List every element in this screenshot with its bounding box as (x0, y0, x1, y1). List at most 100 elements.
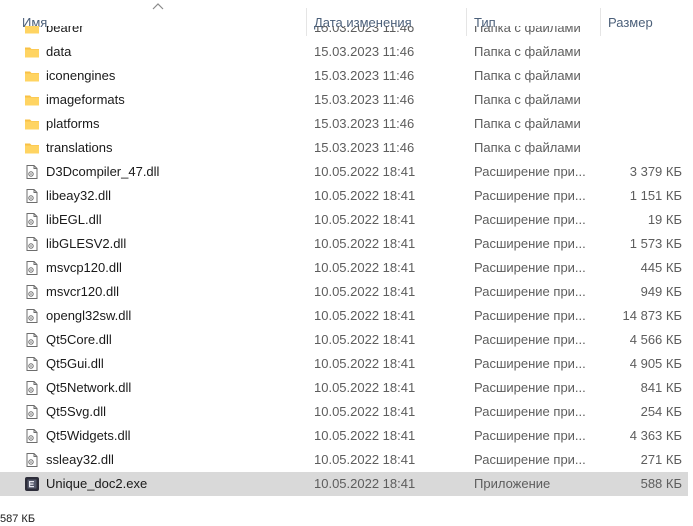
file-date-modified: 10.05.2022 18:41 (314, 284, 416, 299)
folder-icon (24, 44, 40, 60)
list-item[interactable]: Qt5Gui.dll 10.05.2022 18:41 Расширение п… (0, 352, 688, 376)
file-date-modified: 10.05.2022 18:41 (314, 380, 416, 395)
list-item[interactable]: libGLESV2.dll 10.05.2022 18:41 Расширени… (0, 232, 688, 256)
file-type: Приложение (474, 476, 551, 491)
list-item[interactable]: translations 15.03.2023 11:46 Папка с фа… (0, 136, 688, 160)
folder-icon (24, 26, 40, 36)
file-size (600, 136, 682, 160)
dll-file-icon (24, 284, 40, 300)
file-date-modified: 10.05.2022 18:41 (314, 332, 416, 347)
list-item[interactable]: opengl32sw.dll 10.05.2022 18:41 Расширен… (0, 304, 688, 328)
file-type: Расширение при... (474, 284, 586, 299)
file-name: D3Dcompiler_47.dll (46, 164, 160, 179)
file-size (600, 88, 682, 112)
file-size: 19 КБ (647, 212, 682, 227)
list-item[interactable]: msvcr120.dll 10.05.2022 18:41 Расширение… (0, 280, 688, 304)
file-size: 949 КБ (640, 284, 682, 299)
file-name: opengl32sw.dll (46, 308, 132, 323)
file-type: Расширение при... (474, 188, 586, 203)
list-item[interactable]: Qt5Network.dll 10.05.2022 18:41 Расширен… (0, 376, 688, 400)
list-item[interactable]: ssleay32.dll 10.05.2022 18:41 Расширение… (0, 448, 688, 472)
file-type: Расширение при... (474, 164, 586, 179)
list-item[interactable]: libeay32.dll 10.05.2022 18:41 Расширение… (0, 184, 688, 208)
file-size (600, 112, 682, 136)
file-name: msvcp120.dll (46, 260, 122, 275)
file-size: 445 КБ (640, 260, 682, 275)
dll-file-icon (24, 308, 40, 324)
file-type: Папка с файлами (474, 92, 581, 107)
file-name: platforms (46, 116, 100, 131)
file-size: 4 566 КБ (629, 332, 682, 347)
file-date-modified: 10.05.2022 18:41 (314, 356, 416, 371)
dll-file-icon (24, 188, 40, 204)
file-date-modified: 10.05.2022 18:41 (314, 188, 416, 203)
file-date-modified: 10.05.2022 18:41 (314, 212, 416, 227)
list-item[interactable]: imageformats 15.03.2023 11:46 Папка с фа… (0, 88, 688, 112)
status-bar-text: 587 КБ (0, 513, 36, 525)
file-date-modified: 10.05.2022 18:41 (314, 308, 416, 323)
dll-file-icon (24, 212, 40, 228)
file-name: Qt5Gui.dll (46, 356, 104, 371)
file-date-modified: 15.03.2023 11:46 (314, 68, 415, 83)
list-item[interactable]: Qt5Widgets.dll 10.05.2022 18:41 Расширен… (0, 424, 688, 448)
file-name: bearer (46, 26, 84, 35)
file-type: Расширение при... (474, 404, 586, 419)
file-name: Qt5Svg.dll (46, 404, 106, 419)
file-name: msvcr120.dll (46, 284, 119, 299)
file-type: Папка с файлами (474, 44, 581, 59)
file-name: ssleay32.dll (46, 452, 114, 467)
file-size (600, 64, 682, 88)
file-type: Расширение при... (474, 212, 586, 227)
file-name: Qt5Widgets.dll (46, 428, 131, 443)
file-size (600, 40, 682, 64)
list-item-selected[interactable]: Unique_doc2.exe 10.05.2022 18:41 Приложе… (0, 472, 688, 496)
file-size: 14 873 КБ (622, 308, 682, 323)
list-item[interactable]: msvcp120.dll 10.05.2022 18:41 Расширение… (0, 256, 688, 280)
file-type: Расширение при... (474, 380, 586, 395)
file-type: Расширение при... (474, 236, 586, 251)
file-size: 1 573 КБ (629, 236, 682, 251)
file-name: translations (46, 140, 113, 155)
file-date-modified: 15.03.2023 11:46 (314, 140, 415, 155)
file-type: Папка с файлами (474, 140, 581, 155)
list-item[interactable]: platforms 15.03.2023 11:46 Папка с файла… (0, 112, 688, 136)
file-size: 4 905 КБ (629, 356, 682, 371)
list-item[interactable]: Qt5Svg.dll 10.05.2022 18:41 Расширение п… (0, 400, 688, 424)
file-type: Папка с файлами (474, 68, 581, 83)
file-date-modified: 15.03.2023 11:46 (314, 26, 415, 35)
file-size: 588 КБ (640, 476, 682, 491)
file-date-modified: 10.05.2022 18:41 (314, 164, 416, 179)
file-date-modified: 10.05.2022 18:41 (314, 260, 416, 275)
file-date-modified: 10.05.2022 18:41 (314, 452, 416, 467)
list-item[interactable]: D3Dcompiler_47.dll 10.05.2022 18:41 Расш… (0, 160, 688, 184)
file-type: Расширение при... (474, 356, 586, 371)
file-name: Qt5Core.dll (46, 332, 112, 347)
file-name: Qt5Network.dll (46, 380, 132, 395)
list-item[interactable]: bearer 15.03.2023 11:46 Папка с файлами (0, 26, 688, 40)
file-name: imageformats (46, 92, 125, 107)
file-name: data (46, 44, 72, 59)
file-name: Unique_doc2.exe (46, 476, 148, 491)
list-item[interactable]: libEGL.dll 10.05.2022 18:41 Расширение п… (0, 208, 688, 232)
file-list: bearer 15.03.2023 11:46 Папка с файлами … (0, 26, 693, 510)
file-date-modified: 15.03.2023 11:46 (314, 92, 415, 107)
folder-icon (24, 68, 40, 84)
folder-icon (24, 140, 40, 156)
file-name: libEGL.dll (46, 212, 102, 227)
file-date-modified: 10.05.2022 18:41 (314, 428, 416, 443)
file-type: Расширение при... (474, 308, 586, 323)
file-size: 3 379 КБ (629, 164, 682, 179)
list-item[interactable]: Qt5Core.dll 10.05.2022 18:41 Расширение … (0, 328, 688, 352)
file-size: 271 КБ (640, 452, 682, 467)
sort-ascending-icon (152, 3, 164, 10)
list-item[interactable]: iconengines 15.03.2023 11:46 Папка с фай… (0, 64, 688, 88)
file-date-modified: 15.03.2023 11:46 (314, 44, 415, 59)
file-name: iconengines (46, 68, 116, 83)
file-size: 4 363 КБ (629, 428, 682, 443)
list-item[interactable]: data 15.03.2023 11:46 Папка с файлами (0, 40, 688, 64)
file-type: Папка с файлами (474, 116, 581, 131)
dll-file-icon (24, 164, 40, 180)
file-name: libGLESV2.dll (46, 236, 127, 251)
dll-file-icon (24, 452, 40, 468)
file-size: 1 151 КБ (629, 188, 682, 203)
